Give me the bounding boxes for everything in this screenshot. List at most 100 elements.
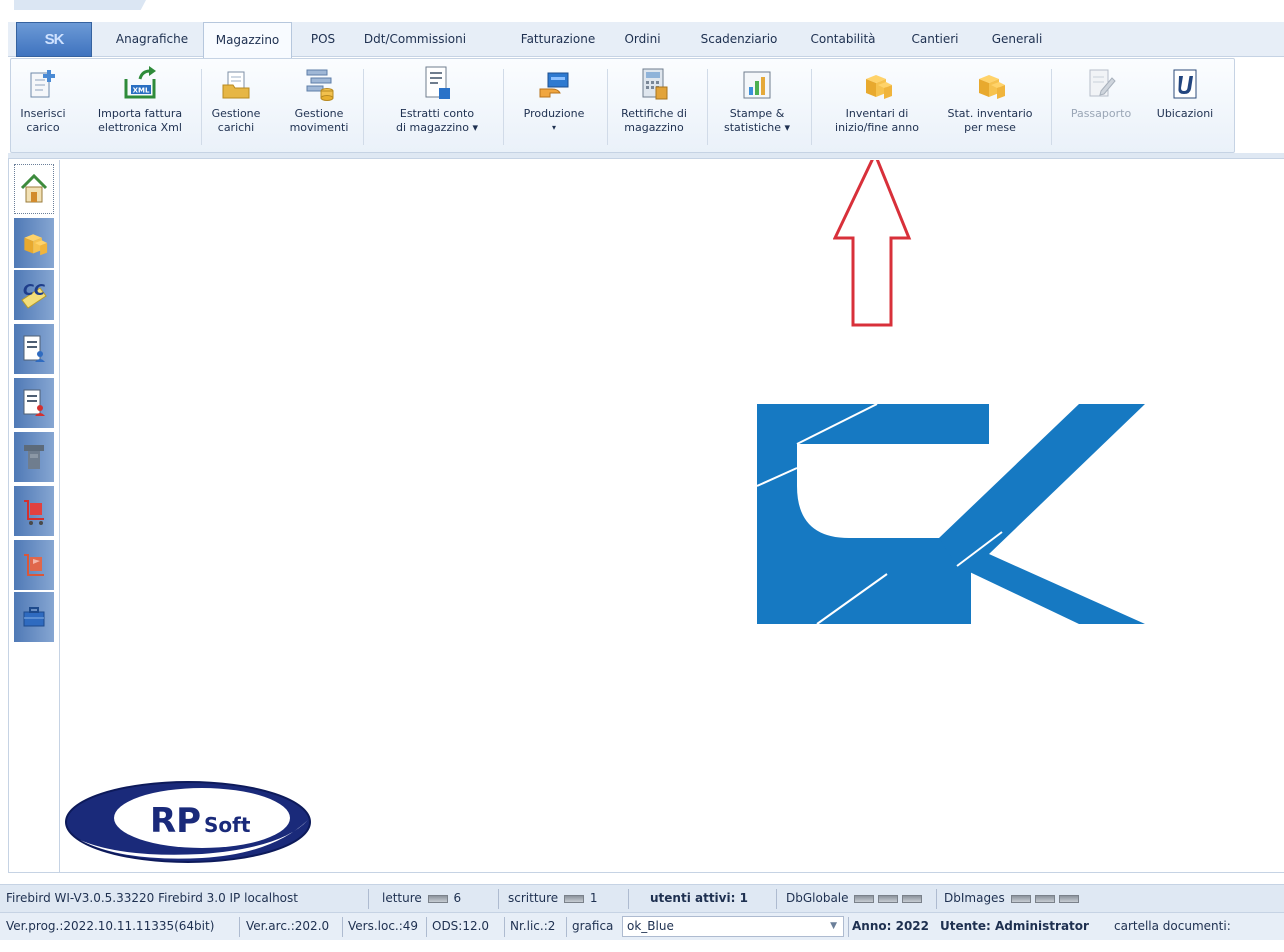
ribbon-panel: Inserisci carico XML Importa fattura ele… [10, 58, 1235, 153]
boxes-icon [979, 75, 1005, 99]
cartella-documenti-text: cartella documenti: [1114, 919, 1231, 933]
inventari-label-1: Inventari di [845, 107, 909, 120]
sidebar-cart-button[interactable] [14, 486, 54, 536]
home-icon [20, 173, 48, 203]
letture-value: 6 [453, 891, 462, 905]
scritture-value: 1 [589, 891, 598, 905]
utenti-attivi-text: utenti attivi: 1 [650, 891, 748, 905]
produzione-button[interactable]: Produzione ▾ [511, 61, 597, 149]
nr-lic-text: Nr.lic.:2 [510, 919, 556, 933]
gest-carichi-label-1: Gestione [211, 107, 261, 120]
rpsoft-logo-icon: RP Soft [65, 781, 311, 863]
sidebar-cart-flag-button[interactable] [14, 540, 54, 590]
main-workspace: RP Soft [61, 160, 1284, 872]
tab-ddt-commissioni[interactable]: Ddt/Commissioni [354, 22, 476, 57]
edit-document-icon [1089, 69, 1116, 97]
ribbon-separator [707, 69, 708, 145]
folder-document-icon [222, 71, 250, 99]
chevron-down-icon: ▼ [830, 921, 837, 931]
grafica-value: ok_Blue [627, 919, 674, 933]
stat-inventario-label-1: Stat. inventario [947, 107, 1033, 120]
status-separator [566, 917, 567, 937]
sk-logo-icon [757, 404, 1145, 625]
led-icon [427, 894, 448, 903]
inventari-label-2: inizio/fine anno [835, 121, 919, 134]
gestione-movimenti-button[interactable]: Gestione movimenti [281, 61, 357, 149]
gest-carichi-label-2: carichi [217, 121, 255, 134]
ribbon-separator [607, 69, 608, 145]
tab-ordini[interactable]: Ordini [615, 22, 670, 57]
sidebar-magazzino-button[interactable] [14, 218, 54, 268]
rettifiche-magazzino-button[interactable]: Rettifiche di magazzino [613, 61, 695, 149]
main-tab-bar: SK Anagrafiche Magazzino POS Ddt/Commiss… [8, 22, 1284, 58]
ods-text: ODS:12.0 [432, 919, 490, 933]
window-top-strip [0, 0, 1284, 22]
rettifiche-label-1: Rettifiche di [621, 107, 687, 120]
statement-document-icon [425, 66, 450, 99]
app-menu-button[interactable]: SK [16, 22, 92, 57]
pos-terminal-icon [24, 445, 44, 469]
inserisci-label-2: carico [26, 121, 60, 134]
led-icon [1034, 894, 1055, 903]
estratti-label-1: Estratti conto [399, 107, 475, 120]
location-u-icon [1173, 69, 1197, 99]
grafica-select[interactable]: ok_Blue ▼ [622, 916, 844, 937]
boxes-icon [866, 75, 892, 99]
window-tab-fragment [14, 0, 146, 10]
status-separator [239, 917, 240, 937]
led-icon [1010, 894, 1031, 903]
status-separator [936, 889, 937, 909]
sidebar-document-user-red-button[interactable] [14, 378, 54, 428]
status-separator [368, 889, 369, 909]
tab-contabilita[interactable]: Contabilità [802, 22, 884, 57]
tab-anagrafiche[interactable]: Anagrafiche [104, 22, 200, 57]
sidebar-cc-button[interactable]: CC [14, 270, 54, 320]
inserisci-carico-button[interactable]: Inserisci carico [11, 61, 75, 149]
list-database-icon [306, 69, 334, 101]
gestione-carichi-button[interactable]: Gestione carichi [203, 61, 269, 149]
stampe-label-1: Stampe & [729, 107, 785, 120]
xml-import-icon: XML [124, 66, 156, 99]
tab-pos[interactable]: POS [302, 22, 344, 57]
gest-movimenti-label-2: movimenti [289, 121, 349, 134]
sidebar-briefcase-button[interactable] [14, 592, 54, 642]
tab-magazzino[interactable]: Magazzino [203, 22, 292, 58]
status-separator [776, 889, 777, 909]
cc-icon: CC [21, 281, 47, 309]
vers-loc-text: Vers.loc.:49 [348, 919, 419, 933]
gest-movimenti-label-1: Gestione [294, 107, 344, 120]
led-icon [1058, 894, 1079, 903]
led-icon [878, 894, 899, 903]
passaporto-label: Passaporto [1070, 107, 1132, 120]
rettifiche-label-2: magazzino [624, 121, 684, 134]
led-icon [564, 894, 585, 903]
ribbon-separator [201, 69, 202, 145]
new-document-icon [30, 70, 55, 98]
status-separator [342, 917, 343, 937]
passaporto-button[interactable]: Passaporto [1059, 61, 1143, 149]
stampe-statistiche-button[interactable]: Stampe & statistiche ▾ [713, 61, 801, 149]
estratti-conto-button[interactable]: Estratti conto di magazzino ▾ [383, 61, 491, 149]
importa-label-1: Importa fattura [97, 107, 183, 120]
cart-flag-icon [24, 554, 44, 576]
utente-text: Utente: Administrator [940, 919, 1089, 933]
tab-fatturazione[interactable]: Fatturazione [508, 22, 608, 57]
tab-cantieri[interactable]: Cantieri [904, 22, 966, 57]
ubicazioni-button[interactable]: Ubicazioni [1145, 61, 1225, 149]
document-user-red-icon [23, 389, 45, 416]
stat-inventario-per-mese-button[interactable]: Stat. inventario per mese [935, 61, 1045, 149]
annotation-arrow-icon [833, 160, 912, 327]
tab-scadenziario[interactable]: Scadenziario [692, 22, 786, 57]
sidebar-pos-button[interactable] [14, 432, 54, 482]
tab-generali[interactable]: Generali [984, 22, 1050, 57]
cart-icon [24, 500, 44, 525]
sidebar-document-user-button[interactable] [14, 324, 54, 374]
ver-prog-text: Ver.prog.:2022.10.11.11335(64bit) [6, 919, 215, 933]
sidebar-home-button[interactable] [14, 164, 54, 214]
importa-fattura-xml-button[interactable]: XML Importa fattura elettronica Xml [85, 61, 195, 149]
status-bar-version: Ver.prog.:2022.10.11.11335(64bit) Ver.ar… [0, 912, 1284, 940]
inventari-inizio-fine-anno-button[interactable]: Inventari di inizio/fine anno [821, 61, 933, 149]
left-navigation-bar: CC [8, 160, 60, 872]
ribbon-collapsed-strip [8, 153, 1284, 159]
status-separator [498, 889, 499, 909]
